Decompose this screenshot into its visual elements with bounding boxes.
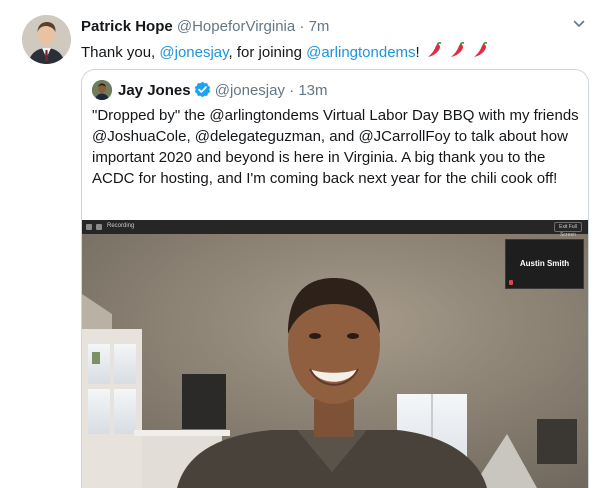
- header-separator: ·: [289, 82, 295, 99]
- quoted-header: Jay Jones @jonesjay · 13m: [118, 81, 328, 99]
- quoted-author-handle[interactable]: @jonesjay: [215, 82, 285, 99]
- hot-pepper-icon: [474, 42, 488, 57]
- chevron-down-icon[interactable]: [572, 17, 586, 31]
- tweet-text-part: !: [415, 44, 420, 61]
- quoted-tweet-media[interactable]: Recording Exit Full Screen Austin Smith: [82, 220, 588, 488]
- tweet-text-part: , for joining: [228, 44, 307, 61]
- header-separator: ·: [299, 18, 305, 35]
- participant-tile: Austin Smith: [505, 239, 584, 289]
- quoted-author-name[interactable]: Jay Jones: [118, 82, 191, 99]
- hot-pepper-icon: [451, 42, 465, 57]
- zoom-toolbar: Recording Exit Full Screen: [82, 220, 588, 238]
- mention-link[interactable]: @jonesjay: [159, 44, 228, 61]
- tweet-text-part: Thank you,: [81, 44, 160, 61]
- quoted-tweet[interactable]: Jay Jones @jonesjay · 13m "Dropped by" t…: [81, 69, 589, 488]
- mention-link[interactable]: @arlingtondems: [306, 44, 415, 61]
- hot-pepper-icon: [427, 42, 442, 57]
- recording-label: Recording: [107, 223, 135, 229]
- exit-full-screen-label: Exit Full Screen: [554, 222, 582, 238]
- verified-badge-icon: [194, 81, 210, 98]
- author-avatar[interactable]: [22, 15, 71, 64]
- tweet[interactable]: Patrick Hope @HopeforVirginia · 7m Thank…: [0, 0, 594, 488]
- tweet-text: Thank you, @jonesjay, for joining @arlin…: [81, 41, 489, 63]
- quoted-tweet-text: "Dropped by" the @arlingtondems Virtual …: [92, 107, 579, 187]
- tweet-time[interactable]: 7m: [309, 18, 330, 35]
- quoted-author-avatar[interactable]: [92, 80, 112, 100]
- zoom-shield-icon: [96, 224, 102, 230]
- muted-mic-icon: [509, 280, 513, 285]
- participant-name: Austin Smith: [519, 259, 570, 268]
- author-handle[interactable]: @HopeforVirginia: [177, 18, 295, 35]
- tweet-header: Patrick Hope @HopeforVirginia · 7m: [81, 18, 329, 35]
- quoted-tweet-time[interactable]: 13m: [298, 82, 327, 99]
- author-name[interactable]: Patrick Hope: [81, 18, 173, 35]
- zoom-info-icon: [86, 224, 92, 230]
